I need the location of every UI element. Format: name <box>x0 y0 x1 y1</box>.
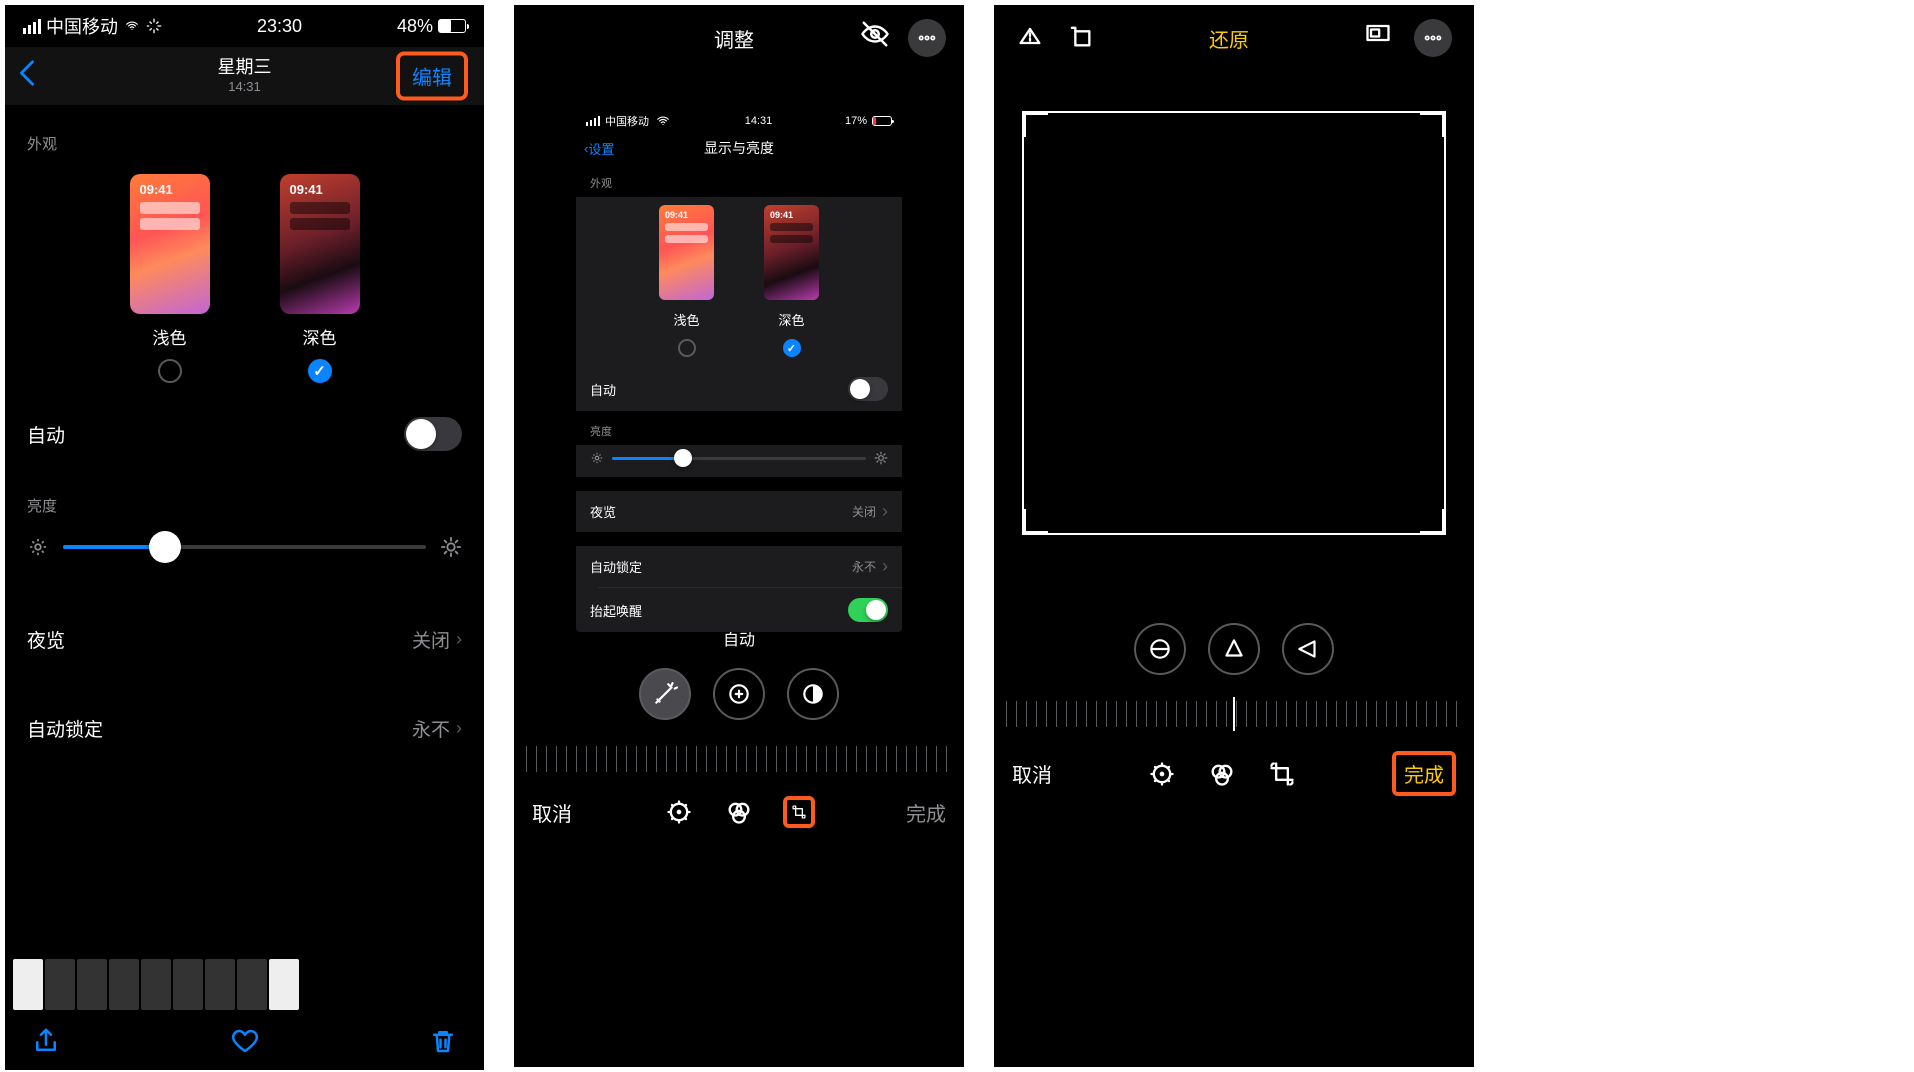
brightness-slider[interactable] <box>63 545 426 549</box>
inner-title: 显示与亮度 <box>704 138 774 158</box>
nav-subtitle: 14:31 <box>218 79 272 95</box>
crop-bottom-bar: 取消 完成 <box>994 735 1474 818</box>
appearance-dark[interactable]: 09:41 深色 <box>280 174 360 383</box>
filters-tab-icon[interactable] <box>1206 758 1238 790</box>
adjust-tab-icon[interactable] <box>663 796 695 828</box>
auto-label: 自动 <box>27 421 65 448</box>
chevron-right-icon: › <box>456 718 462 739</box>
auto-lock-cell[interactable]: 自动锁定 永不 › <box>5 699 484 758</box>
photos-screenshot-viewer: 中国移动 23:30 48% 星期三 14:31 编辑 外观 09:41 浅色 … <box>5 5 484 1070</box>
dark-label: 深色 <box>303 324 337 349</box>
brightness-section-label: 亮度 <box>5 467 484 526</box>
straighten-button[interactable] <box>1134 623 1186 675</box>
crop-tab-icon[interactable] <box>1266 758 1298 790</box>
more-icon[interactable] <box>908 19 946 57</box>
crop-tools <box>994 605 1474 693</box>
adjust-tab-icon[interactable] <box>1146 758 1178 790</box>
appearance-section-label: 外观 <box>5 105 484 164</box>
sun-min-icon <box>27 536 49 558</box>
battery-icon <box>438 19 466 33</box>
back-button[interactable] <box>17 58 37 95</box>
nav-title: 星期三 <box>218 57 272 79</box>
exposure-button[interactable] <box>713 668 765 720</box>
done-button[interactable]: 完成 <box>906 798 946 827</box>
sun-max-icon <box>440 536 462 558</box>
share-icon[interactable] <box>31 1026 61 1056</box>
crop-header: 还原 <box>994 5 1474 71</box>
loading-icon <box>146 18 162 34</box>
trash-icon[interactable] <box>428 1026 458 1056</box>
done-button[interactable]: 完成 <box>1392 751 1456 796</box>
auto-enhance-button[interactable] <box>639 668 691 720</box>
cancel-button[interactable]: 取消 <box>1012 759 1052 788</box>
edit-title: 调整 <box>714 24 754 53</box>
horizontal-perspective-button[interactable] <box>1282 623 1334 675</box>
brightness-slider-row <box>5 526 484 580</box>
vertical-perspective-button[interactable] <box>1208 623 1260 675</box>
signal-icon <box>23 19 41 34</box>
brilliance-button[interactable] <box>787 668 839 720</box>
chevron-right-icon: › <box>456 629 462 650</box>
adjust-ruler[interactable] <box>526 746 952 772</box>
cancel-button[interactable]: 取消 <box>532 798 572 827</box>
auto-appearance-cell: 自动 <box>5 401 484 467</box>
night-shift-label: 夜览 <box>27 626 65 653</box>
night-shift-cell[interactable]: 夜览 关闭 › <box>5 610 484 669</box>
edit-header: 调整 <box>514 5 964 71</box>
night-shift-value: 关闭 <box>412 626 450 653</box>
adjust-tools <box>514 650 964 738</box>
more-icon[interactable] <box>1414 19 1452 57</box>
crop-tab-icon[interactable] <box>783 796 815 828</box>
edited-image-preview: 中国移动 14:31 17% ‹ 设置 显示与亮度 外观 09:41 浅色 <box>576 109 902 632</box>
crop-frame[interactable] <box>1022 111 1446 535</box>
revert-button[interactable]: 还原 <box>1209 24 1249 53</box>
photo-edit-crop: 还原 取消 完成 <box>994 5 1474 1067</box>
flip-vertical-icon[interactable] <box>1016 22 1044 55</box>
favorite-icon[interactable] <box>230 1026 260 1056</box>
crop-ruler[interactable] <box>1006 701 1462 727</box>
rotate-icon[interactable] <box>1066 22 1094 55</box>
markup-hide-icon[interactable] <box>860 19 890 57</box>
battery-pct: 48% <box>397 16 433 37</box>
auto-lock-label: 自动锁定 <box>27 715 103 742</box>
aspect-ratio-icon[interactable] <box>1364 19 1392 57</box>
filters-tab-icon[interactable] <box>723 796 755 828</box>
light-radio[interactable] <box>158 359 182 383</box>
auto-toggle[interactable] <box>404 417 462 451</box>
edit-button[interactable]: 编辑 <box>396 52 468 101</box>
appearance-picker: 09:41 浅色 09:41 深色 <box>5 164 484 401</box>
photo-edit-adjust: 调整 中国移动 14:31 17% ‹ 设置 显示与亮度 外观 <box>514 5 964 1067</box>
status-time: 23:30 <box>257 16 302 37</box>
photo-thumbnail-strip[interactable] <box>5 957 484 1012</box>
dark-radio[interactable] <box>308 359 332 383</box>
inner-back: ‹ 设置 <box>584 139 614 158</box>
photo-nav: 星期三 14:31 编辑 <box>5 47 484 105</box>
wifi-icon <box>123 19 141 33</box>
light-label: 浅色 <box>153 324 187 349</box>
edit-bottom-bar: 取消 完成 <box>514 780 964 850</box>
appearance-light[interactable]: 09:41 浅色 <box>130 174 210 383</box>
carrier: 中国移动 <box>46 13 118 39</box>
photo-toolbar <box>5 1012 484 1070</box>
status-bar: 中国移动 23:30 48% <box>5 5 484 47</box>
auto-lock-value: 永不 <box>412 715 450 742</box>
